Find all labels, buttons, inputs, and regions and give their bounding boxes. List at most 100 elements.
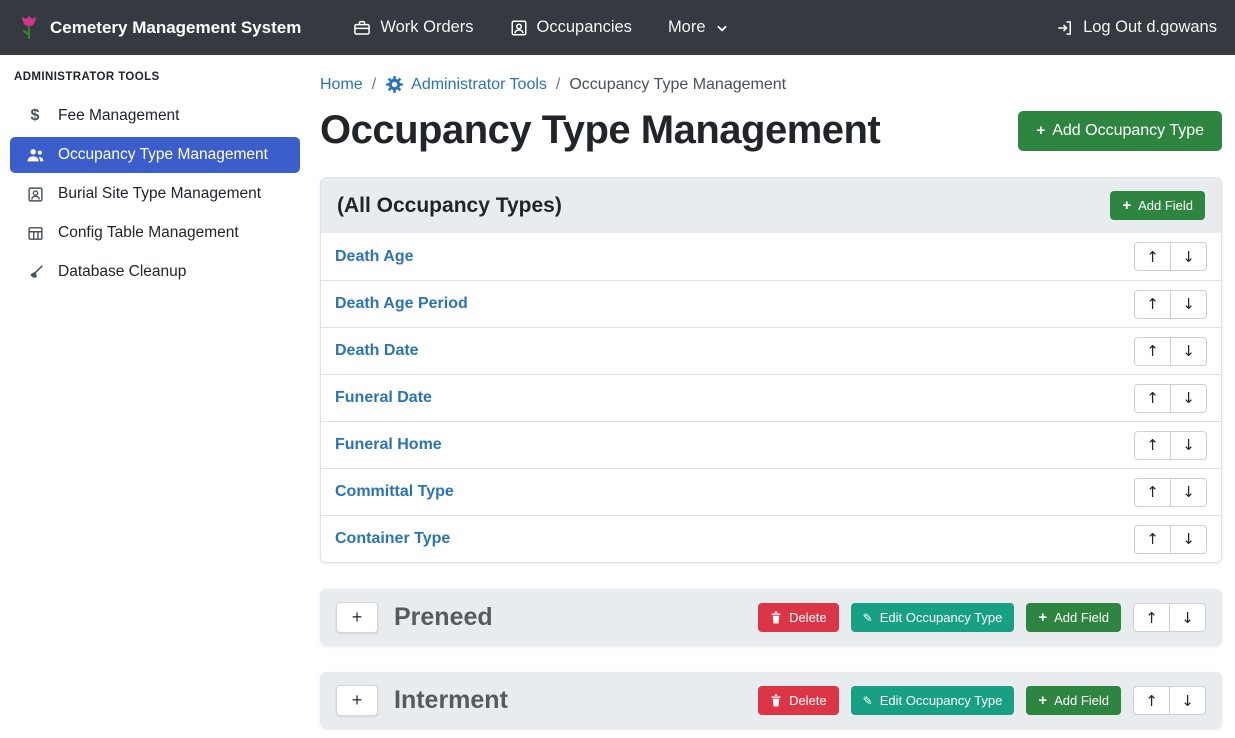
logout-icon: [1056, 19, 1074, 37]
nav-occupancies[interactable]: Occupancies: [510, 18, 632, 37]
field-row: Funeral Date ↑ ↓: [321, 374, 1221, 421]
section-actions: Delete ✎ Edit Occupancy Type + Add Field…: [758, 603, 1206, 632]
move-up-button[interactable]: ↑: [1134, 525, 1171, 554]
reorder-buttons: ↑ ↓: [1134, 290, 1207, 319]
plus-icon: +: [1038, 693, 1047, 708]
occupancy-type-section-preneed: + Preneed Delete ✎ Edit Occupancy Type +…: [320, 589, 1222, 646]
move-up-button[interactable]: ↑: [1134, 242, 1171, 271]
edit-occupancy-type-button[interactable]: ✎ Edit Occupancy Type: [851, 603, 1015, 632]
move-down-button[interactable]: ↓: [1169, 603, 1206, 632]
field-link-funeral-date[interactable]: Funeral Date: [335, 389, 432, 407]
add-field-label: Add Field: [1138, 198, 1193, 213]
breadcrumb-current: Occupancy Type Management: [569, 76, 786, 94]
trash-icon: [770, 611, 782, 624]
sidebar-item-burial-site-type-management[interactable]: Burial Site Type Management: [10, 176, 300, 212]
add-field-label: Add Field: [1054, 693, 1109, 708]
field-row: Death Date ↑ ↓: [321, 327, 1221, 374]
reorder-buttons: ↑ ↓: [1133, 686, 1206, 715]
breadcrumb-separator: /: [556, 76, 560, 94]
move-up-button[interactable]: ↑: [1134, 337, 1171, 366]
sidebar-item-label: Fee Management: [58, 107, 180, 125]
sidebar-item-config-table-management[interactable]: Config Table Management: [10, 215, 300, 251]
nav-more[interactable]: More: [668, 18, 729, 37]
add-field-label: Add Field: [1054, 610, 1109, 625]
sidebar-item-database-cleanup[interactable]: Database Cleanup: [10, 254, 300, 290]
add-field-button[interactable]: + Add Field: [1110, 191, 1205, 220]
section-title: Interment: [394, 686, 508, 715]
move-down-button[interactable]: ↓: [1170, 290, 1207, 319]
work-orders-icon: [353, 19, 371, 37]
reorder-buttons: ↑ ↓: [1134, 242, 1207, 271]
breadcrumb-home[interactable]: Home: [320, 76, 363, 94]
move-up-button[interactable]: ↑: [1133, 686, 1170, 715]
move-down-button[interactable]: ↓: [1170, 384, 1207, 413]
edit-occupancy-type-button[interactable]: ✎ Edit Occupancy Type: [851, 686, 1015, 715]
gear-icon: [385, 75, 404, 94]
reorder-buttons: ↑ ↓: [1133, 603, 1206, 632]
breadcrumb: Home / Administrator Tools / Occupancy T…: [320, 75, 1222, 94]
move-up-button[interactable]: ↑: [1133, 603, 1170, 632]
add-field-button[interactable]: + Add Field: [1026, 603, 1121, 632]
logout-label: Log Out d.gowans: [1083, 18, 1217, 37]
page-title: Occupancy Type Management: [320, 108, 880, 153]
field-link-death-age[interactable]: Death Age: [335, 248, 414, 266]
move-down-button[interactable]: ↓: [1170, 337, 1207, 366]
main-content: Home / Administrator Tools / Occupancy T…: [310, 55, 1235, 738]
app-brand[interactable]: Cemetery Management System: [18, 14, 301, 42]
all-occupancy-types-header: (All Occupancy Types) + Add Field: [321, 178, 1221, 233]
reorder-buttons: ↑ ↓: [1134, 337, 1207, 366]
field-link-funeral-home[interactable]: Funeral Home: [335, 436, 442, 454]
chevron-down-icon: [715, 21, 729, 35]
breadcrumb-separator: /: [372, 76, 376, 94]
edit-occupancy-type-label: Edit Occupancy Type: [880, 610, 1003, 625]
move-up-button[interactable]: ↑: [1134, 290, 1171, 319]
move-down-button[interactable]: ↓: [1170, 431, 1207, 460]
move-down-button[interactable]: ↓: [1170, 242, 1207, 271]
top-navbar: Cemetery Management System Work Orders O…: [0, 0, 1235, 55]
move-down-button[interactable]: ↓: [1170, 478, 1207, 507]
expand-button[interactable]: +: [336, 602, 378, 633]
delete-button[interactable]: Delete: [758, 686, 839, 715]
field-link-death-date[interactable]: Death Date: [335, 342, 419, 360]
nav-work-orders[interactable]: Work Orders: [353, 18, 473, 37]
nav-more-label: More: [668, 18, 706, 37]
breadcrumb-administrator-tools[interactable]: Administrator Tools: [385, 75, 547, 94]
move-up-button[interactable]: ↑: [1134, 384, 1171, 413]
broom-icon: [25, 264, 45, 281]
title-row: Occupancy Type Management + Add Occupanc…: [320, 108, 1222, 153]
section-actions: Delete ✎ Edit Occupancy Type + Add Field…: [758, 686, 1206, 715]
logout-button[interactable]: Log Out d.gowans: [1056, 18, 1217, 37]
delete-button[interactable]: Delete: [758, 603, 839, 632]
reorder-buttons: ↑ ↓: [1134, 478, 1207, 507]
expand-button[interactable]: +: [336, 685, 378, 716]
move-up-button[interactable]: ↑: [1134, 431, 1171, 460]
delete-label: Delete: [789, 610, 827, 625]
add-field-button[interactable]: + Add Field: [1026, 686, 1121, 715]
section-title: Preneed: [394, 603, 493, 632]
reorder-buttons: ↑ ↓: [1134, 384, 1207, 413]
reorder-buttons: ↑ ↓: [1134, 431, 1207, 460]
field-row: Death Age ↑ ↓: [321, 233, 1221, 280]
field-row: Funeral Home ↑ ↓: [321, 421, 1221, 468]
sidebar-item-occupancy-type-management[interactable]: Occupancy Type Management: [10, 137, 300, 173]
move-up-button[interactable]: ↑: [1134, 478, 1171, 507]
all-occupancy-types-title: (All Occupancy Types): [337, 194, 562, 218]
nav-work-orders-label: Work Orders: [380, 18, 473, 37]
sidebar-item-fee-management[interactable]: $ Fee Management: [10, 98, 300, 134]
field-link-container-type[interactable]: Container Type: [335, 530, 450, 548]
move-down-button[interactable]: ↓: [1170, 525, 1207, 554]
trash-icon: [770, 694, 782, 707]
field-row: Death Age Period ↑ ↓: [321, 280, 1221, 327]
sidebar: ADMINISTRATOR TOOLS $ Fee Management Occ…: [0, 55, 310, 738]
breadcrumb-administrator-tools-label: Administrator Tools: [411, 76, 547, 94]
sidebar-item-label: Config Table Management: [58, 224, 239, 242]
pencil-icon: ✎: [863, 612, 873, 624]
move-down-button[interactable]: ↓: [1169, 686, 1206, 715]
sidebar-item-label: Burial Site Type Management: [58, 185, 261, 203]
sidebar-item-label: Occupancy Type Management: [58, 146, 268, 164]
users-icon: [25, 147, 45, 163]
field-row: Committal Type ↑ ↓: [321, 468, 1221, 515]
add-occupancy-type-button[interactable]: + Add Occupancy Type: [1018, 111, 1222, 151]
field-link-committal-type[interactable]: Committal Type: [335, 483, 454, 501]
field-link-death-age-period[interactable]: Death Age Period: [335, 295, 468, 313]
